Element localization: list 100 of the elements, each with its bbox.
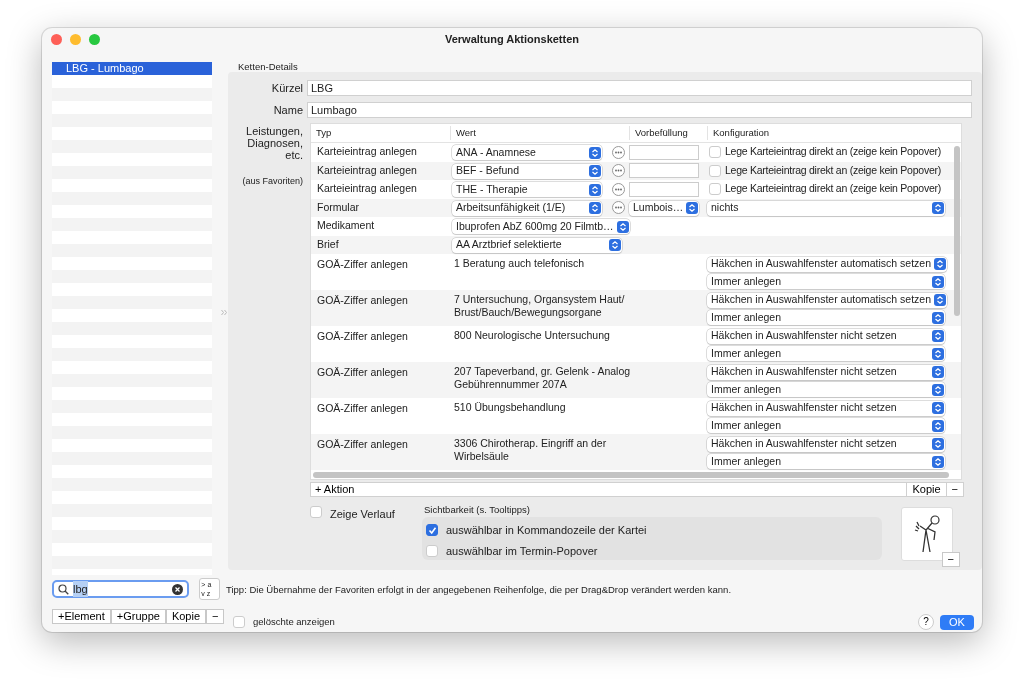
chevron-icon: [932, 366, 944, 379]
chevron-icon: [932, 311, 944, 324]
toolbar-button[interactable]: −: [206, 609, 225, 624]
chevron-icon: [932, 383, 944, 396]
table-cell: Karteieintrag anlegen: [317, 163, 417, 176]
chevron-icon: [686, 202, 699, 215]
table-cell: 207 Tapeverband, gr. Gelenk - Analog Gebührennummer 207A: [454, 365, 631, 390]
table-cell: GOÄ-Ziffer anlegen: [317, 438, 408, 450]
checkbox-label: gelöschte anzeigen: [253, 615, 335, 630]
chevron-icon: [932, 419, 944, 432]
table-cell: Formular: [317, 200, 359, 213]
more-button[interactable]: [612, 182, 625, 196]
chevron-icon: [589, 165, 601, 178]
chevron-icon: [589, 202, 601, 215]
prefill-field[interactable]: [629, 163, 699, 179]
more-button[interactable]: [612, 145, 625, 159]
checkbox-label: auswählbar im Termin-Popover: [446, 544, 598, 559]
toolbar-button[interactable]: Kopie: [165, 609, 207, 624]
table-cell: GOÄ-Ziffer anlegen: [317, 258, 408, 270]
column-header: Typ: [315, 125, 333, 140]
table-cell: GOÄ-Ziffer anlegen: [317, 402, 408, 414]
dropdown[interactable]: Häkchen in Auswahlfenster nicht setzen: [707, 400, 945, 416]
chevron-icon: [932, 330, 944, 343]
window-title: Verwaltung Aktionsketten: [444, 31, 580, 47]
clear-icon: [172, 583, 184, 595]
scrollbar[interactable]: [313, 472, 949, 478]
more-button[interactable]: [612, 201, 625, 215]
scrollbar[interactable]: [954, 146, 960, 316]
checkbox-label: Lege Karteieintrag direkt an (zeige kein Popover): [725, 162, 941, 178]
dropdown[interactable]: Immer anlegen: [707, 454, 945, 470]
dropdown[interactable]: Immer anlegen: [707, 418, 945, 434]
toolbar-button[interactable]: +Element: [52, 609, 111, 624]
chevron-icon: [932, 402, 944, 415]
dropdown[interactable]: THE - Therapie: [452, 182, 602, 198]
sidebar-item[interactable]: LBG - Lumbago: [52, 62, 212, 75]
prefill-field[interactable]: [629, 181, 699, 197]
dropdown[interactable]: Häkchen in Auswahlfenster nicht setzen: [707, 364, 945, 380]
dropdown[interactable]: Häkchen in Auswahlfenster nicht setzen: [707, 436, 945, 452]
table-cell: 510 Übungsbehandlung: [454, 401, 566, 413]
chevron-icon: [589, 183, 601, 196]
close-button[interactable]: [51, 34, 62, 45]
person-icon: [914, 515, 940, 553]
chevron-icon: [616, 220, 629, 233]
field-label: Name: [272, 102, 304, 118]
dropdown[interactable]: AA Arztbrief selektierte: [452, 237, 622, 253]
more-button[interactable]: [612, 164, 625, 178]
table-cell: 800 Neurologische Untersuchung: [454, 329, 610, 341]
checkbox-label: Lege Karteieintrag direkt an (zeige kein Popover): [725, 181, 941, 197]
chevron-icon: [932, 438, 944, 451]
chevron-icon: [932, 275, 944, 288]
chevron-icon: [932, 347, 944, 360]
search-field[interactable]: lbg: [52, 580, 190, 598]
table-cell: GOÄ-Ziffer anlegen: [317, 366, 408, 378]
zoom-button[interactable]: [89, 34, 100, 45]
table-cell: Brief: [317, 237, 339, 250]
checkbox-label: Lege Karteieintrag direkt an (zeige kein Popover): [725, 144, 941, 160]
dropdown[interactable]: ANA - Anamnese: [452, 145, 602, 161]
column-header: Konfiguration: [707, 125, 947, 141]
chevron-icon: [609, 239, 621, 252]
dropdown[interactable]: Immer anlegen: [707, 274, 945, 290]
splitter-handle-icon: [221, 308, 227, 316]
dropdown[interactable]: Immer anlegen: [707, 346, 945, 362]
dropdown[interactable]: Ibuprofen AbZ 600mg 20 Filmtb…: [452, 219, 630, 235]
checkbox-label: Zeige Verlauf: [330, 507, 395, 522]
chevron-icon: [932, 202, 944, 215]
tip-text: Tipp: Die Übernahme der Favoriten erfolgt in der angegebenen Reihenfolge, die per Drag&Drop verändert werden kann.: [226, 583, 733, 597]
table-cell: GOÄ-Ziffer anlegen: [317, 294, 408, 306]
table-cell: GOÄ-Ziffer anlegen: [317, 330, 408, 342]
prefill-field[interactable]: [629, 144, 699, 160]
dropdown[interactable]: Häkchen in Auswahlfenster nicht setzen: [707, 328, 945, 344]
column-header: Vorbefüllung: [629, 125, 707, 141]
table-cell: 7 Untersuchung, Organsystem Haut/ Brust/Bauch/Bewegungsorgane: [454, 293, 625, 318]
minimize-button[interactable]: [70, 34, 81, 45]
text-field[interactable]: LBG: [307, 80, 972, 96]
dropdown[interactable]: nichts: [707, 200, 945, 216]
chevron-icon: [932, 455, 944, 468]
dropdown[interactable]: Immer anlegen: [707, 382, 945, 398]
search-icon: [58, 583, 69, 595]
dropdown[interactable]: BEF - Befund: [452, 163, 602, 179]
table-cell: Karteieintrag anlegen: [317, 145, 417, 158]
help-button[interactable]: ?: [918, 614, 934, 631]
dropdown[interactable]: Häkchen in Auswahlfenster automatisch setzen: [707, 256, 948, 272]
checkbox[interactable]: [426, 524, 438, 537]
text-field[interactable]: Lumbago: [307, 101, 972, 118]
dropdown[interactable]: Arbeitsunfähigkeit (1/E): [452, 200, 602, 216]
table-cell: Karteieintrag anlegen: [317, 182, 417, 195]
table-cell: Medikament: [317, 219, 375, 232]
remove-image-button[interactable]: −: [941, 552, 960, 567]
field-label: Kürzel: [270, 81, 304, 96]
toolbar-button[interactable]: +Gruppe: [110, 609, 166, 624]
note-label: (aus Favoriten): [241, 175, 303, 188]
add-action-button[interactable]: + Aktion: [311, 483, 907, 496]
column-header: Wert: [450, 125, 629, 141]
dropdown[interactable]: Lumbois…: [629, 200, 700, 216]
ok-button[interactable]: OK: [940, 614, 974, 630]
chevron-icon: [589, 146, 601, 159]
chevron-icon: [934, 294, 947, 307]
group-title: Sichtbarkeit (s. Tooltipps): [424, 503, 531, 517]
dropdown[interactable]: Immer anlegen: [707, 310, 945, 326]
dropdown[interactable]: Häkchen in Auswahlfenster automatisch setzen: [707, 292, 948, 308]
